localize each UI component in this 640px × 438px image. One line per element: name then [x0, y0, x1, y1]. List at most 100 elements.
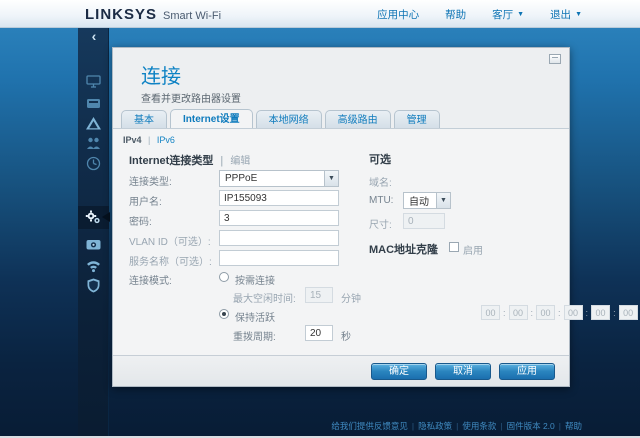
optional-section-title: 可选 — [369, 151, 391, 167]
keep-alive-label: 保持活跃 — [235, 309, 275, 324]
footer-separator: | — [412, 421, 414, 431]
footer-link-privacy[interactable]: 隐私政策 — [418, 421, 452, 431]
chevron-down-icon: ▼ — [324, 171, 338, 186]
mac-colon: : — [586, 308, 589, 318]
mac-clone-enable-checkbox[interactable] — [449, 242, 459, 252]
linksys-logo: LINKSYS Smart Wi-Fi — [85, 6, 221, 24]
tab-advanced-routing[interactable]: 高级路由 — [325, 110, 391, 129]
redial-period-field[interactable] — [305, 325, 333, 341]
nav-sign-out[interactable]: 退出 ▼ — [550, 7, 582, 22]
section-title: Internet连接类型 — [129, 155, 213, 167]
chevron-down-icon: ▼ — [517, 11, 524, 18]
max-idle-time-label: 最大空闲时间: — [233, 290, 296, 305]
tab-internet-settings[interactable]: Internet设置 — [170, 109, 253, 129]
max-idle-time-field — [305, 287, 333, 303]
page: LINKSYS Smart Wi-Fi 应用中心 帮助 客厅 ▼ 退出 ▼ ‹ — [0, 0, 640, 438]
username-label: 用户名: — [129, 193, 162, 208]
nav-router-name-label: 客厅 — [492, 7, 513, 22]
nav-help[interactable]: 帮助 — [445, 7, 466, 22]
subtab-separator: | — [148, 135, 150, 145]
camera-icon — [85, 236, 102, 253]
footer-link-feedback[interactable]: 给我们提供反馈意见 — [331, 421, 408, 431]
keep-alive-radio[interactable] — [219, 309, 229, 319]
gears-icon — [85, 209, 102, 226]
mac-octet-field: 00 — [509, 305, 528, 320]
footer-firmware-version: 固件版本 2.0 — [507, 421, 555, 431]
chevron-down-icon: ▼ — [575, 11, 582, 18]
tab-bar: 基本 Internet设置 本地网络 高级路由 管理 — [121, 109, 443, 129]
tab-local-network[interactable]: 本地网络 — [256, 110, 322, 129]
service-name-field[interactable] — [219, 250, 339, 266]
mac-colon: : — [503, 308, 506, 318]
sidebar-item-troubleshooting[interactable] — [85, 236, 102, 253]
username-field[interactable] — [219, 190, 339, 206]
cancel-button[interactable]: 取消 — [435, 363, 491, 380]
sidebar-item-parental-controls[interactable] — [85, 135, 102, 152]
apply-button[interactable]: 应用 — [499, 363, 555, 380]
subtab-ipv4[interactable]: IPv4 — [123, 135, 142, 145]
footer-link-terms[interactable]: 使用条款 — [462, 421, 496, 431]
shield-icon — [85, 277, 102, 294]
connect-on-demand-radio[interactable] — [219, 272, 229, 282]
top-bar: LINKSYS Smart Wi-Fi 应用中心 帮助 客厅 ▼ 退出 ▼ — [0, 0, 640, 28]
vlan-id-field[interactable] — [219, 230, 339, 246]
modal-footer: 确定 取消 应用 — [113, 355, 569, 386]
mac-colon: : — [558, 308, 561, 318]
vlan-id-label: VLAN ID（可选）: — [129, 233, 211, 248]
storage-icon — [85, 95, 102, 112]
redial-period-label: 重拨周期: — [233, 328, 276, 343]
network-map-icon — [85, 73, 102, 90]
mac-octet-field: 00 — [591, 305, 610, 320]
top-nav: 应用中心 帮助 客厅 ▼ 退出 ▼ — [377, 0, 582, 28]
mtu-select[interactable]: 自动 ▼ — [403, 192, 451, 209]
size-field — [403, 213, 445, 229]
mac-octet-field: 00 — [536, 305, 555, 320]
domain-name-label: 域名: — [369, 174, 392, 189]
connection-settings-modal: 连接 查看并更改路由器设置 基本 Internet设置 本地网络 高级路由 管理… — [112, 47, 570, 387]
subtab-ipv6[interactable]: IPv6 — [157, 135, 175, 145]
tab-basic[interactable]: 基本 — [121, 110, 167, 129]
sidebar-item-wireless[interactable] — [85, 257, 102, 274]
sidebar-item-external-storage[interactable] — [85, 95, 102, 112]
connection-type-select[interactable]: PPPoE ▼ — [219, 170, 339, 187]
size-label: 尺寸: — [369, 216, 392, 231]
nav-app-center[interactable]: 应用中心 — [377, 7, 419, 22]
sidebar-item-security[interactable] — [85, 277, 102, 294]
connection-type-value: PPPoE — [220, 173, 324, 184]
connection-mode-label: 连接模式: — [129, 272, 172, 287]
sidebar-item-connectivity[interactable] — [85, 209, 102, 226]
active-item-pointer-icon — [102, 212, 110, 222]
sidebar-item-guest-access[interactable] — [85, 115, 102, 132]
edit-link[interactable]: 编辑 — [230, 156, 250, 167]
mtu-value: 自动 — [404, 193, 436, 208]
guest-access-icon — [85, 115, 102, 132]
mac-clone-enable-label: 启用 — [463, 242, 483, 257]
wifi-icon — [85, 257, 102, 274]
tab-content: IPv4 | IPv6 Internet连接类型 | 编辑 连接类型: PPPo… — [113, 128, 569, 356]
service-name-label: 服务名称（可选）: — [129, 253, 212, 268]
mac-address-fields: 00 : 00 : 00 : 00 : 00 : 00 — [481, 305, 638, 320]
nav-sign-out-label: 退出 — [550, 7, 571, 22]
page-footer-links: 给我们提供反馈意见|隐私政策|使用条款|固件版本 2.0|帮助 — [331, 420, 582, 432]
clock-icon — [85, 155, 102, 172]
logo-subtext: Smart Wi-Fi — [163, 10, 221, 22]
mac-clone-title: MAC地址克隆 — [369, 241, 438, 257]
section-header: Internet连接类型 | 编辑 — [129, 152, 250, 168]
nav-router-name[interactable]: 客厅 ▼ — [492, 7, 524, 22]
close-icon[interactable] — [549, 54, 561, 64]
tab-administration[interactable]: 管理 — [394, 110, 440, 129]
password-field[interactable] — [219, 210, 339, 226]
mac-colon: : — [613, 308, 616, 318]
ok-button[interactable]: 确定 — [371, 363, 427, 380]
logo-text: LINKSYS — [85, 6, 157, 23]
footer-separator: | — [559, 421, 561, 431]
parental-controls-icon — [85, 135, 102, 152]
footer-link-help[interactable]: 帮助 — [565, 421, 582, 431]
sidebar-item-media-prioritization[interactable] — [85, 155, 102, 172]
connect-on-demand-label: 按需连接 — [235, 272, 275, 287]
mac-octet-field: 00 — [481, 305, 500, 320]
sidebar-item-network-map[interactable] — [85, 73, 102, 90]
sidebar-collapse-chevron-icon[interactable]: ‹ — [86, 29, 102, 45]
section-separator: | — [220, 155, 223, 167]
mtu-label: MTU: — [369, 195, 393, 206]
